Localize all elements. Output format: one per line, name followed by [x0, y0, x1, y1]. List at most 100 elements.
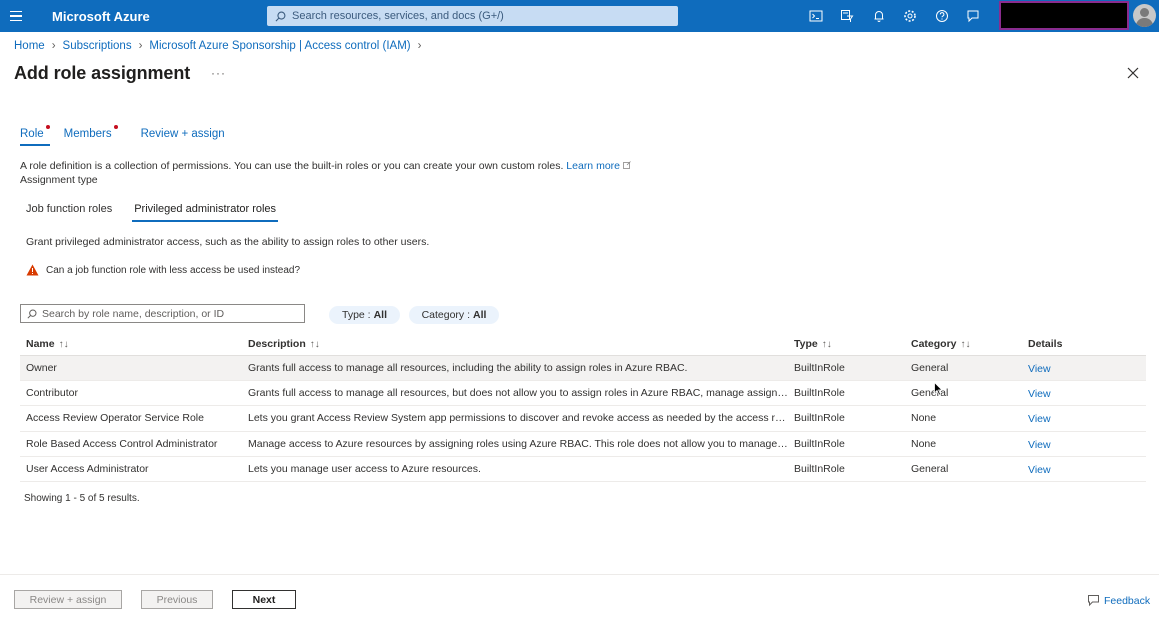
- column-header-category[interactable]: Category ↑↓: [905, 338, 1022, 350]
- sort-icon: ↑↓: [821, 338, 832, 350]
- search-icon: [275, 11, 286, 21]
- role-definition-description: A role definition is a collection of per…: [20, 160, 631, 172]
- tab-review-assign[interactable]: Review + assign: [141, 128, 225, 146]
- role-description: Manage access to Azure resources by assi…: [248, 437, 788, 450]
- tab-job-function-roles[interactable]: Job function roles: [26, 203, 112, 222]
- warning-icon: [26, 264, 39, 276]
- role-type: BuiltInRole: [794, 362, 845, 375]
- required-indicator: [113, 125, 118, 129]
- portal-menu-icon[interactable]: [0, 0, 32, 32]
- role-name: Role Based Access Control Administrator: [26, 437, 218, 450]
- tab-review-assign-label: Review + assign: [140, 128, 225, 140]
- role-type: BuiltInRole: [794, 437, 845, 450]
- role-type: BuiltInRole: [794, 462, 845, 475]
- table-row[interactable]: Contributor Grants full access to manage…: [20, 381, 1146, 407]
- results-count: Showing 1 - 5 of 5 results.: [24, 493, 140, 504]
- view-details-link[interactable]: View: [1022, 411, 1146, 425]
- close-icon[interactable]: [1125, 65, 1141, 81]
- warning-message: Can a job function role with less access…: [26, 264, 300, 276]
- previous-button[interactable]: Previous: [141, 590, 213, 609]
- tab-members[interactable]: Members: [63, 125, 118, 146]
- search-icon: [27, 309, 37, 319]
- role-category: General: [911, 462, 949, 475]
- role-description: Lets you manage user access to Azure res…: [248, 462, 481, 475]
- tab-role-label: Role: [20, 128, 44, 140]
- directory-filter-icon[interactable]: [832, 0, 864, 32]
- feedback-label: Feedback: [1104, 594, 1151, 607]
- footer-divider: [0, 574, 1159, 575]
- role-search-placeholder: Search by role name, description, or ID: [42, 307, 225, 320]
- role-name: Owner: [26, 362, 57, 375]
- role-description: Grants full access to manage all resourc…: [248, 362, 688, 375]
- column-header-description[interactable]: Description ↑↓: [242, 338, 788, 350]
- assignment-type-label: Assignment type: [20, 174, 98, 186]
- type-filter-value: All: [373, 309, 388, 321]
- column-header-category-label: Category: [911, 337, 957, 350]
- breadcrumb-subscriptions[interactable]: Subscriptions: [63, 40, 132, 52]
- tab-role[interactable]: Role: [20, 125, 50, 146]
- avatar[interactable]: [1133, 4, 1156, 27]
- breadcrumb: Home › Subscriptions › Microsoft Azure S…: [14, 40, 428, 52]
- table-row[interactable]: User Access Administrator Lets you manag…: [20, 457, 1146, 482]
- column-header-details: Details: [1028, 337, 1063, 350]
- role-type: BuiltInRole: [794, 412, 845, 425]
- feedback-icon[interactable]: [958, 0, 990, 32]
- category-filter-pill[interactable]: Category : All: [409, 306, 499, 324]
- column-header-type[interactable]: Type ↑↓: [788, 338, 905, 350]
- sort-icon: ↑↓: [960, 338, 971, 350]
- category-filter-value: All: [473, 309, 487, 321]
- role-type: BuiltInRole: [794, 387, 845, 400]
- account-info-redacted[interactable]: [999, 1, 1129, 30]
- table-row[interactable]: Role Based Access Control Administrator …: [20, 432, 1146, 457]
- category-filter-label: Category :: [421, 309, 471, 321]
- table-row[interactable]: Owner Grants full access to manage all r…: [20, 356, 1146, 382]
- help-icon[interactable]: [926, 0, 958, 32]
- tab-members-label: Members: [63, 128, 112, 140]
- assignment-type-tabs: Job function roles Privileged administra…: [26, 203, 278, 222]
- warning-text: Can a job function role with less access…: [46, 264, 301, 276]
- role-category: None: [911, 412, 937, 425]
- brand-title[interactable]: Microsoft Azure: [52, 9, 267, 24]
- tab-privileged-administrator-roles[interactable]: Privileged administrator roles: [132, 203, 278, 222]
- role-name: User Access Administrator: [26, 462, 149, 475]
- column-header-type-label: Type: [794, 337, 818, 350]
- view-details-link[interactable]: View: [1022, 386, 1146, 400]
- view-details-link[interactable]: View: [1022, 437, 1146, 451]
- mouse-cursor-icon: [934, 382, 943, 396]
- view-details-link[interactable]: View: [1022, 361, 1146, 375]
- chevron-right-icon: ›: [417, 40, 422, 52]
- sort-icon: ↑↓: [309, 338, 320, 350]
- role-name: Contributor: [26, 387, 78, 400]
- role-category: None: [911, 437, 937, 450]
- breadcrumb-home[interactable]: Home: [14, 40, 45, 52]
- view-details-link[interactable]: View: [1022, 462, 1146, 476]
- notifications-icon[interactable]: [863, 0, 895, 32]
- more-options-icon[interactable]: ···: [211, 66, 226, 80]
- type-filter-pill[interactable]: Type : All: [329, 306, 400, 324]
- table-row[interactable]: Access Review Operator Service Role Lets…: [20, 406, 1146, 432]
- grant-description: Grant privileged administrator access, s…: [26, 236, 430, 248]
- roles-table: Name ↑↓ Description ↑↓ Type ↑↓ Category ↑↓ D…: [20, 332, 1146, 482]
- next-button[interactable]: Next: [232, 590, 296, 609]
- sort-icon: ↑↓: [58, 338, 69, 350]
- role-category: General: [911, 362, 949, 375]
- learn-more-link[interactable]: Learn more: [566, 160, 631, 172]
- column-header-name[interactable]: Name ↑↓: [20, 338, 242, 350]
- chevron-right-icon: ›: [51, 40, 56, 52]
- role-description: Grants full access to manage all resourc…: [248, 387, 788, 400]
- role-category: General: [911, 387, 949, 400]
- table-header: Name ↑↓ Description ↑↓ Type ↑↓ Category ↑↓ D…: [20, 332, 1146, 356]
- column-header-name-label: Name: [26, 337, 55, 350]
- required-indicator: [45, 125, 50, 129]
- cloud-shell-icon[interactable]: [800, 0, 832, 32]
- chevron-right-icon: ›: [138, 40, 143, 52]
- global-search-input[interactable]: Search resources, services, and docs (G+…: [267, 6, 678, 26]
- settings-icon[interactable]: [895, 0, 927, 32]
- feedback-icon: [1088, 595, 1099, 607]
- feedback-link[interactable]: Feedback: [1087, 594, 1150, 607]
- role-search-input[interactable]: Search by role name, description, or ID: [20, 304, 305, 323]
- breadcrumb-access-control[interactable]: Microsoft Azure Sponsorship | Access con…: [149, 40, 410, 52]
- intro-text: A role definition is a collection of per…: [20, 160, 564, 172]
- review-assign-button[interactable]: Review + assign: [14, 590, 122, 609]
- role-description: Lets you grant Access Review System app …: [248, 412, 788, 425]
